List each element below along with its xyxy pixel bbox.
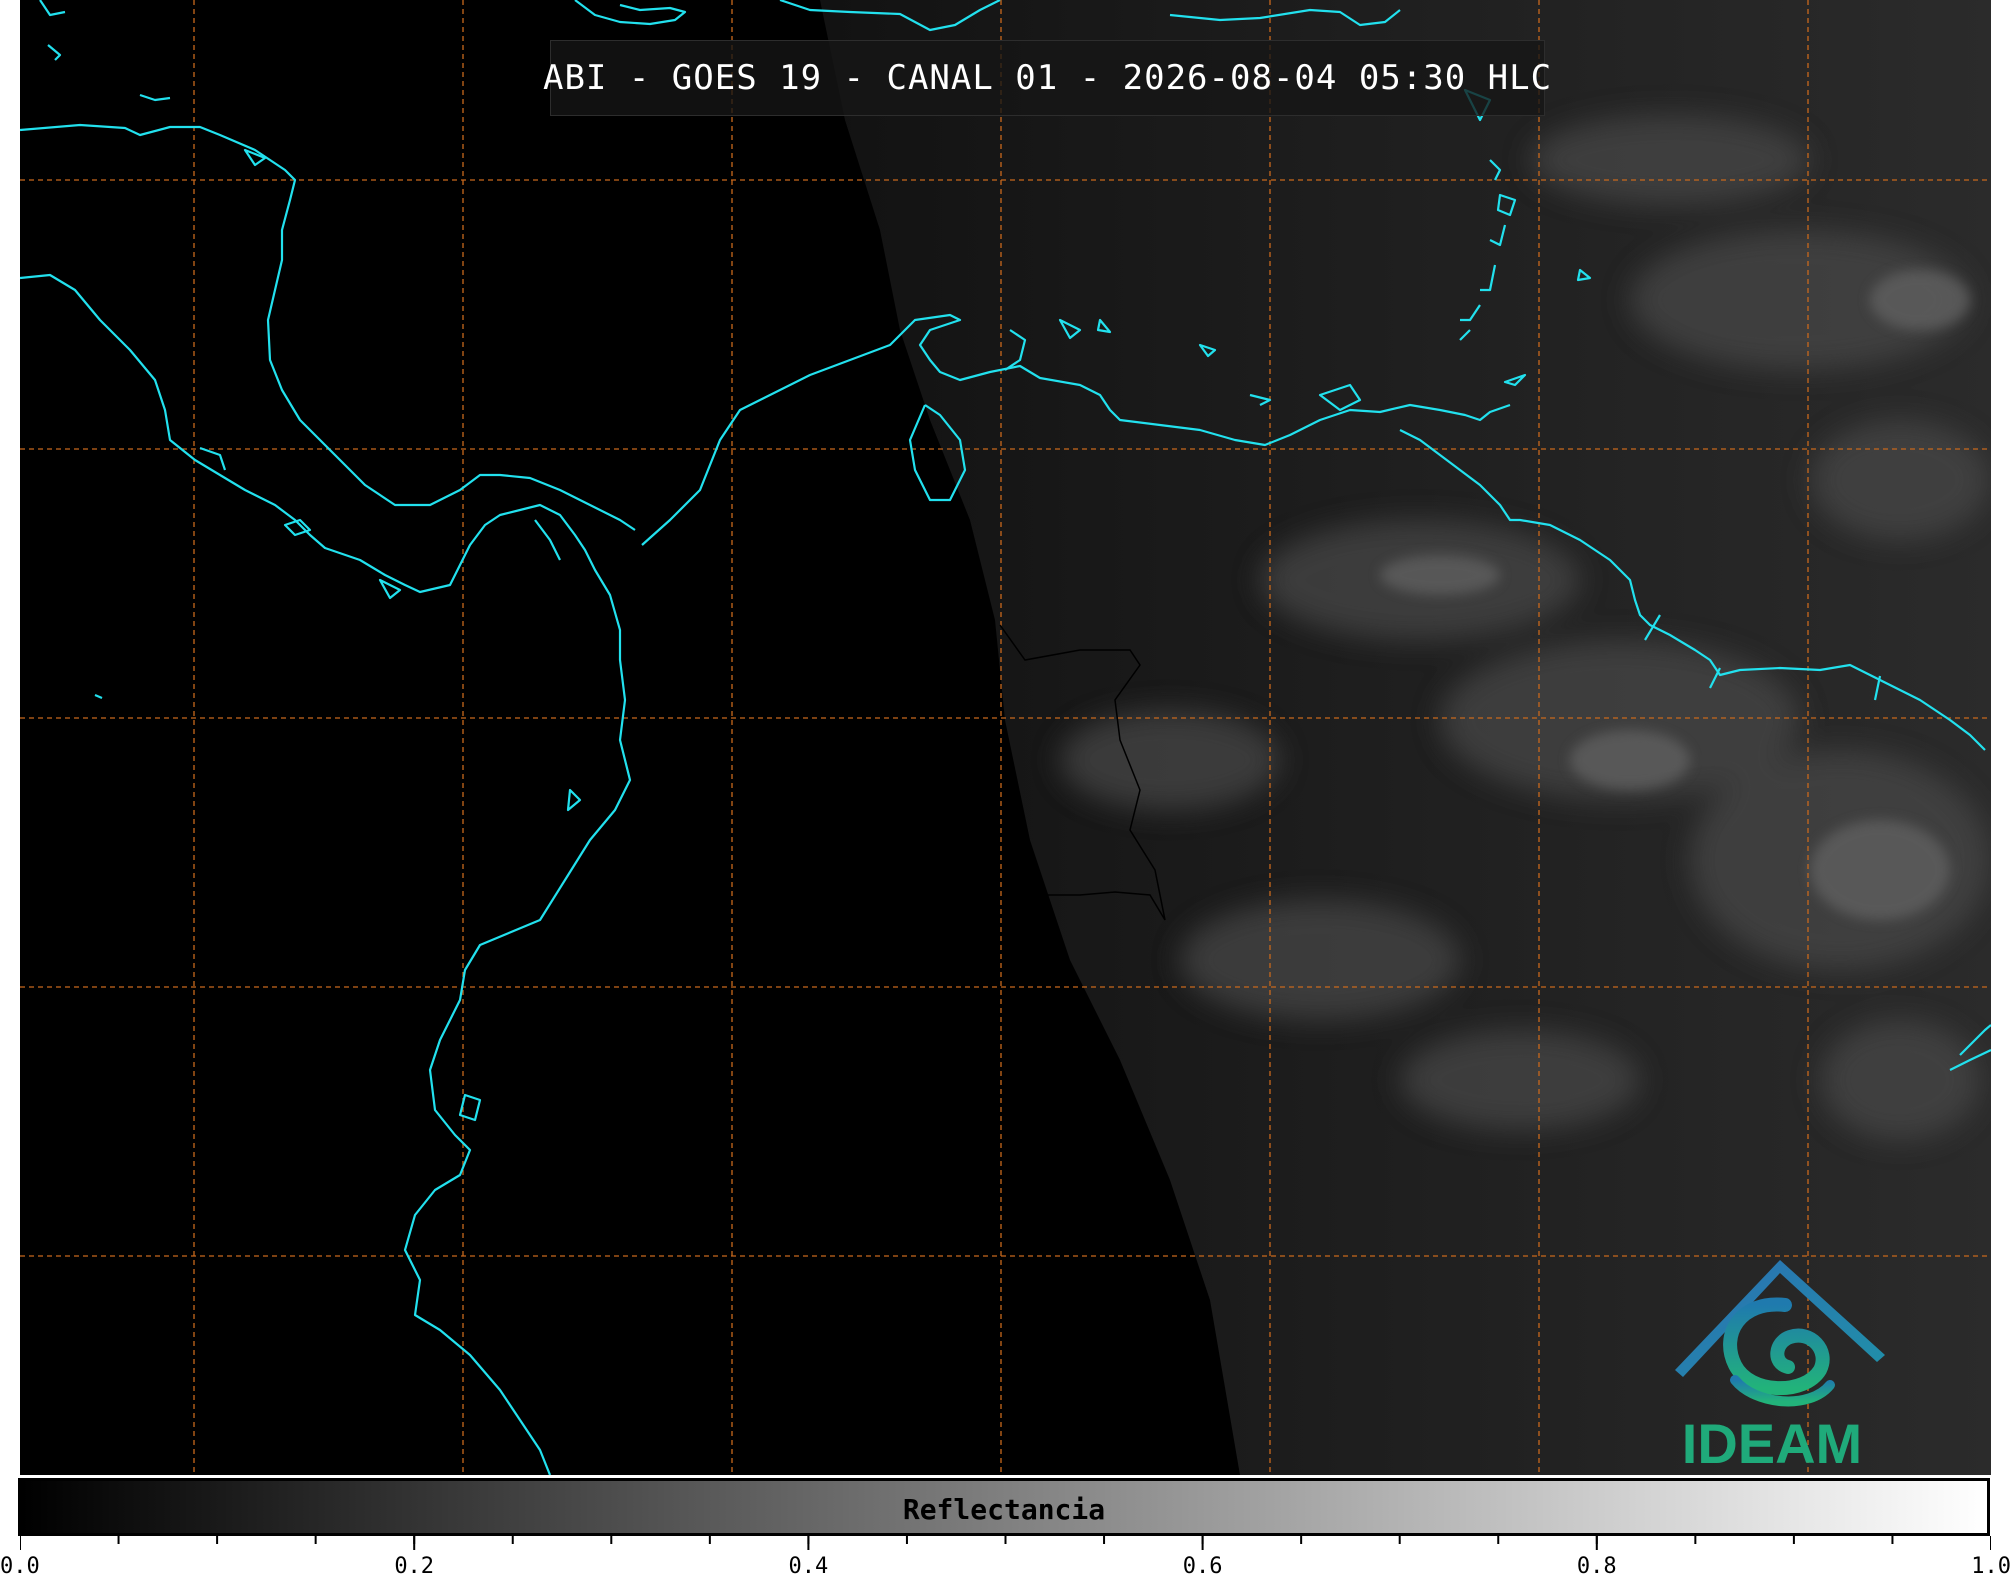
colorbar-ticks — [20, 1536, 1991, 1550]
swirl-icon — [1723, 1297, 1835, 1407]
colorbar-tick-label: 0.6 — [1182, 1554, 1223, 1579]
satellite-image-panel: ABI - GOES 19 - CANAL 01 - 2026-08-04 05… — [20, 0, 1991, 1475]
colorbar-label: Reflectancia — [902, 1493, 1106, 1526]
colorbar-tick-label: 1.0 — [1971, 1554, 2011, 1579]
colorbar-tick-label: 0.4 — [788, 1554, 829, 1579]
logo-text: IDEAM — [1682, 1412, 1862, 1475]
ideam-logo: IDEAM — [1675, 1260, 1885, 1475]
colorbar-tick-label: 0.2 — [394, 1554, 435, 1579]
title-banner: ABI - GOES 19 - CANAL 01 - 2026-08-04 05… — [543, 40, 1551, 116]
colorbar-tick-label: 0.8 — [1576, 1554, 1617, 1579]
colorbar-tick-label: 0.0 — [0, 1554, 40, 1579]
colorbar: Reflectancia — [18, 1478, 1990, 1536]
map-title: ABI - GOES 19 - CANAL 01 - 2026-08-04 05… — [542, 58, 1553, 98]
